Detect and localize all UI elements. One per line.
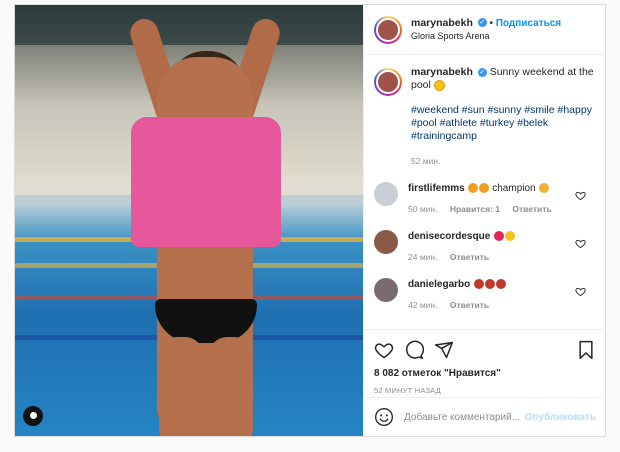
likes-count[interactable]: 8 082 отметок "Нравится" bbox=[374, 368, 596, 379]
clap-emoji-icon bbox=[539, 183, 550, 194]
heart-emoji-icon bbox=[494, 231, 505, 242]
comment-time[interactable]: 24 мин. bbox=[408, 252, 437, 262]
rose-emoji-icon bbox=[485, 279, 496, 290]
sun-emoji-icon bbox=[505, 231, 516, 242]
reply-button[interactable]: Ответить bbox=[450, 300, 489, 310]
add-comment-row: Добавьте комментарий... Опубликовать bbox=[364, 397, 606, 436]
location-link[interactable]: Gloria Sports Arena bbox=[411, 30, 561, 43]
post-caption: marynabekh ✓ Sunny weekend at the pool #… bbox=[374, 66, 596, 168]
heart-icon[interactable] bbox=[575, 238, 586, 249]
verified-icon: ✓ bbox=[477, 67, 487, 77]
post-actions: 8 082 отметок "Нравится" 52 МИНУТ НАЗАД bbox=[364, 329, 606, 395]
comment-body: denisecordesque 24 мин. Ответить bbox=[408, 230, 516, 264]
commenter-username[interactable]: denisecordesque bbox=[408, 231, 490, 242]
publish-button[interactable]: Опубликовать bbox=[525, 412, 596, 423]
comment-likes[interactable]: Нравится: 1 bbox=[450, 204, 500, 214]
heart-icon[interactable] bbox=[575, 190, 586, 201]
comment-meta: 24 мин. Ответить bbox=[408, 251, 515, 264]
post-card: marynabekh ✓ • Подписаться Gloria Sports… bbox=[14, 4, 606, 437]
user-tag-icon[interactable] bbox=[23, 406, 43, 426]
rose-emoji-icon bbox=[474, 279, 485, 290]
posted-time[interactable]: 52 МИНУТ НАЗАД bbox=[374, 386, 596, 395]
commenter-avatar[interactable] bbox=[374, 278, 398, 302]
comment-input[interactable]: Добавьте комментарий... bbox=[404, 412, 525, 423]
post-sidebar: marynabekh ✓ • Подписаться Gloria Sports… bbox=[363, 5, 606, 436]
comment-meta: 42 мин. Ответить bbox=[408, 299, 506, 312]
sun-emoji-icon bbox=[433, 79, 445, 91]
comment-item: danielegarbo 42 мин. Ответить bbox=[374, 278, 596, 312]
reply-button[interactable]: Ответить bbox=[450, 252, 489, 262]
comments-list[interactable]: marynabekh ✓ Sunny weekend at the pool #… bbox=[364, 56, 606, 328]
comment-meta: 50 мин. Нравится: 1 Ответить bbox=[408, 203, 562, 216]
comment-text: champion bbox=[492, 183, 536, 194]
comment-item: denisecordesque 24 мин. Ответить bbox=[374, 230, 596, 264]
caption-time[interactable]: 52 мин. bbox=[411, 155, 596, 168]
subject-pink-shirt bbox=[131, 117, 281, 247]
caption-author-username[interactable]: marynabekh bbox=[411, 66, 473, 78]
subject-leg bbox=[159, 337, 203, 436]
post-photo[interactable] bbox=[15, 5, 363, 436]
post-header: marynabekh ✓ • Подписаться Gloria Sports… bbox=[364, 5, 605, 55]
smile-icon[interactable] bbox=[374, 407, 394, 427]
comment-time[interactable]: 42 мин. bbox=[408, 300, 437, 310]
commenter-username[interactable]: firstlifemms bbox=[408, 183, 465, 194]
rose-emoji-icon bbox=[496, 279, 507, 290]
raised-hands-emoji-icon bbox=[479, 183, 490, 194]
heart-icon[interactable] bbox=[575, 286, 586, 297]
author-avatar[interactable] bbox=[374, 15, 402, 44]
photo-subject bbox=[125, 15, 285, 436]
bookmark-icon[interactable] bbox=[576, 340, 596, 360]
comment-body: firstlifemms champion 50 мин. Нравится: … bbox=[408, 182, 562, 216]
follow-button[interactable]: Подписаться bbox=[496, 18, 561, 29]
commenter-avatar[interactable] bbox=[374, 182, 398, 206]
reply-button[interactable]: Ответить bbox=[512, 204, 551, 214]
subject-leg bbox=[209, 337, 253, 436]
author-username[interactable]: marynabekh bbox=[411, 17, 473, 29]
commenter-username[interactable]: danielegarbo bbox=[408, 279, 470, 290]
share-icon[interactable] bbox=[434, 340, 454, 360]
post-header-info: marynabekh ✓ • Подписаться Gloria Sports… bbox=[411, 17, 561, 43]
fire-emoji-icon bbox=[468, 183, 479, 194]
action-icons bbox=[374, 340, 596, 360]
commenter-avatar[interactable] bbox=[374, 230, 398, 254]
verified-icon: ✓ bbox=[477, 18, 487, 28]
comment-icon[interactable] bbox=[404, 340, 424, 360]
comment-item: firstlifemms champion 50 мин. Нравится: … bbox=[374, 182, 596, 216]
caption-body: marynabekh ✓ Sunny weekend at the pool #… bbox=[411, 66, 596, 168]
header-separator: • bbox=[489, 17, 493, 29]
caption-hashtags[interactable]: #weekend #sun #sunny #smile #happy #pool… bbox=[411, 104, 596, 143]
comment-body: danielegarbo 42 мин. Ответить bbox=[408, 278, 507, 312]
like-heart-icon[interactable] bbox=[374, 340, 394, 360]
comment-time[interactable]: 50 мин. bbox=[408, 204, 437, 214]
caption-author-avatar[interactable] bbox=[374, 68, 402, 96]
